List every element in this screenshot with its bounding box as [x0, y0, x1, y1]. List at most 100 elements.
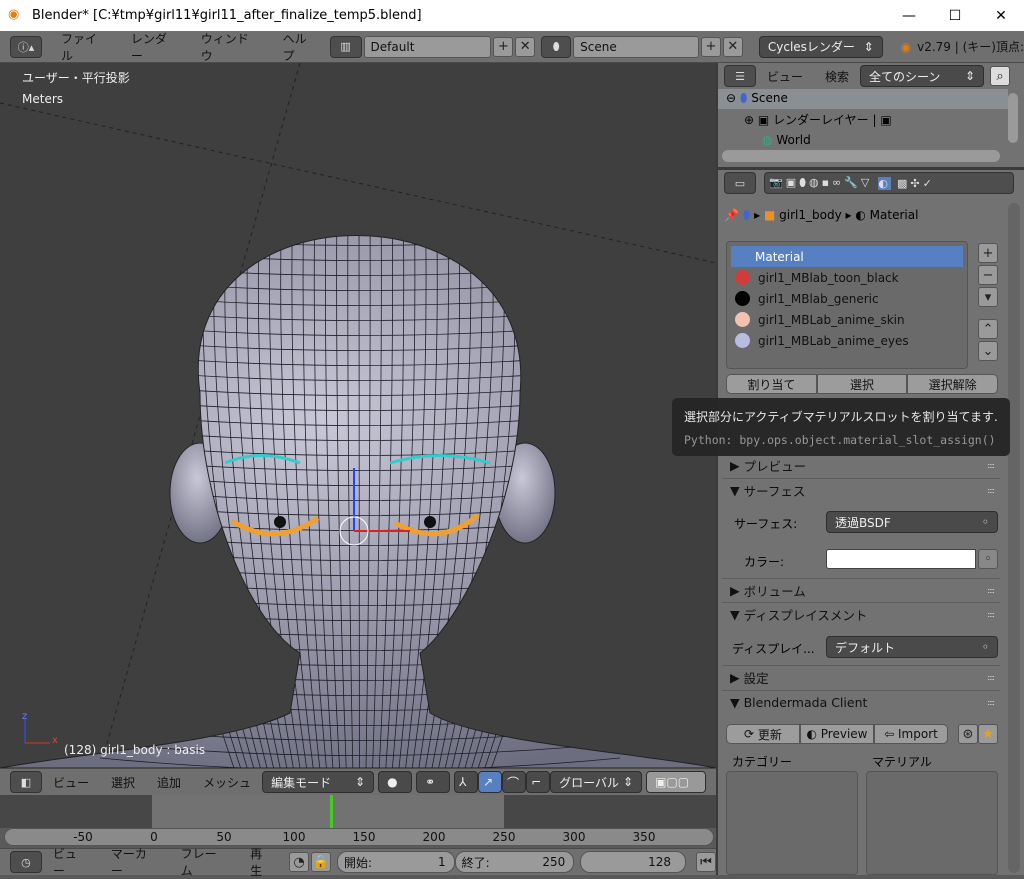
help-icon[interactable]: ⊛: [958, 724, 978, 744]
update-button[interactable]: ⟳ 更新: [726, 724, 800, 744]
move-up-button[interactable]: ⌃: [978, 319, 998, 339]
import-button[interactable]: ⇦ Import: [874, 724, 948, 744]
displacement-select[interactable]: デフォルト ◦: [826, 636, 998, 658]
menu-view[interactable]: ビュー: [42, 774, 100, 791]
panel-preview[interactable]: ▶ プレビュー::::: [722, 453, 1000, 477]
tick-label: -50: [73, 830, 93, 844]
close-button[interactable]: ✕: [978, 0, 1024, 31]
end-frame-field[interactable]: 終了: 250: [454, 851, 575, 873]
orientation-select[interactable]: グローバル ⇕: [550, 771, 643, 793]
material-slot-active[interactable]: Material: [731, 246, 963, 267]
grip-icon[interactable]: ::::: [987, 610, 995, 619]
screen-layout-icon[interactable]: ▥: [329, 35, 362, 58]
preview-button[interactable]: ◐ Preview: [800, 724, 874, 744]
category-list[interactable]: [726, 771, 858, 875]
assign-button[interactable]: 割り当て: [726, 374, 817, 394]
display-mode-select[interactable]: 全てのシーン ⇕: [860, 65, 985, 87]
menu-playback[interactable]: 再生: [239, 845, 285, 879]
panel-settings[interactable]: ▶ 設定::::: [722, 665, 1000, 689]
info-editor-icon[interactable]: ⓘ▴: [10, 35, 42, 58]
surface-select[interactable]: 透過BSDF ◦: [826, 511, 998, 533]
material-list[interactable]: [866, 771, 998, 875]
editor-type-icon[interactable]: ◧: [10, 771, 42, 793]
manipulator-toggle-icon[interactable]: ⅄: [454, 771, 479, 793]
add-layout-button[interactable]: +: [493, 36, 514, 57]
preview-range-icon[interactable]: ◔: [289, 852, 310, 872]
color-swatch[interactable]: [826, 549, 976, 569]
color-link-button[interactable]: ◦: [978, 549, 998, 569]
material-slot-name: girl1_MBlab_generic: [758, 291, 879, 306]
menu-view[interactable]: ビュー: [42, 845, 100, 879]
move-down-button[interactable]: ⌄: [978, 341, 998, 361]
menu-mesh[interactable]: メッシュ: [192, 774, 262, 791]
material-slot-list[interactable]: Material girl1_MBlab_toon_black girl1_MBl…: [726, 241, 968, 369]
remove-scene-button[interactable]: ✕: [722, 36, 743, 57]
menu-select[interactable]: 選択: [100, 774, 146, 791]
panel-displacement[interactable]: ▼ ディスプレイスメント::::: [722, 602, 1000, 626]
menu-view[interactable]: ビュー: [756, 68, 814, 85]
material-slot[interactable]: girl1_MBlab_toon_black: [731, 267, 963, 288]
maximize-button[interactable]: ☐: [932, 0, 978, 31]
menu-help[interactable]: ヘルプ: [272, 30, 330, 64]
search-icon[interactable]: ⌕: [990, 66, 1011, 86]
start-frame-field[interactable]: 開始: 1: [336, 851, 455, 873]
pin-icon[interactable]: 📌: [724, 208, 739, 222]
menu-marker[interactable]: マーカー: [100, 845, 170, 879]
current-frame-indicator[interactable]: [330, 795, 334, 828]
menu-frame[interactable]: フレーム: [170, 845, 239, 879]
grip-icon[interactable]: ::::: [987, 586, 995, 595]
remove-layout-button[interactable]: ✕: [515, 36, 536, 57]
scene-icon[interactable]: ⬮: [541, 35, 572, 58]
material-slot-name: girl1_MBlab_toon_black: [758, 270, 899, 285]
3d-viewport[interactable]: ユーザー・平行投影 Meters (128) girl1_body : basi…: [0, 63, 716, 768]
current-frame-field[interactable]: 128: [580, 851, 687, 873]
outliner-item-world[interactable]: ◍ World: [762, 133, 811, 147]
remove-slot-button[interactable]: −: [978, 265, 998, 285]
properties-scrollbar[interactable]: [1008, 203, 1020, 873]
menu-file[interactable]: ファイル: [50, 30, 120, 64]
grip-icon[interactable]: ::::: [987, 461, 995, 470]
deselect-button[interactable]: 選択解除: [907, 374, 999, 394]
menu-search[interactable]: 検索: [814, 68, 860, 85]
pivot-select[interactable]: ⚭: [416, 771, 451, 793]
scale-icon[interactable]: ⌐: [526, 771, 551, 793]
material-slot[interactable]: girl1_MBlab_generic: [731, 288, 963, 309]
menu-add[interactable]: 追加: [146, 774, 192, 791]
context-tabs[interactable]: 📷▣⬮◍▪∞🔧▽ ◐ ▩✣✓: [764, 172, 1014, 194]
material-slot[interactable]: girl1_MBLab_anime_skin: [731, 309, 963, 330]
outliner-hscrollbar[interactable]: [722, 150, 1000, 162]
add-slot-button[interactable]: +: [978, 243, 998, 263]
frame-range: [152, 795, 504, 828]
outliner-editor-icon[interactable]: ☰: [724, 65, 756, 87]
scene-field[interactable]: Scene: [573, 35, 699, 58]
grip-icon[interactable]: ::::: [987, 698, 995, 707]
translate-icon[interactable]: ↗: [478, 771, 503, 793]
grip-icon[interactable]: ::::: [987, 486, 995, 495]
jump-start-icon[interactable]: ⏮: [696, 852, 716, 872]
minimize-button[interactable]: —: [886, 0, 932, 31]
shading-select[interactable]: ●: [378, 771, 413, 793]
panel-surface[interactable]: ▼ サーフェス::::: [722, 478, 1000, 502]
timeline-scrollbar[interactable]: -50 0 50 100 150 200 250 300 350: [4, 828, 714, 846]
properties-editor-icon[interactable]: ▭: [724, 172, 756, 194]
select-mode-icons[interactable]: ▣▢▢: [646, 771, 707, 793]
outliner-vscrollbar[interactable]: [1008, 93, 1018, 143]
select-button[interactable]: 選択: [816, 374, 908, 394]
render-engine-select[interactable]: Cyclesレンダー ⇕: [758, 35, 883, 58]
outliner-item-renderlayer[interactable]: ⊕ ▣ レンダーレイヤー | ▣: [744, 111, 892, 128]
menu-render[interactable]: レンダー: [120, 30, 190, 64]
slot-specials-button[interactable]: ▾: [978, 287, 998, 307]
panel-blendermada[interactable]: ▼ Blendermada Client::::: [722, 690, 1000, 714]
rotate-icon[interactable]: ⌒: [502, 771, 527, 793]
layout-field[interactable]: Default: [363, 35, 492, 58]
outliner-item-scene[interactable]: ⊖ ⬮ Scene: [726, 91, 788, 106]
material-slot[interactable]: girl1_MBLab_anime_eyes: [731, 330, 963, 351]
timeline-editor-icon[interactable]: ◷: [10, 851, 42, 873]
mode-select[interactable]: 編集モード ⇕: [262, 771, 375, 793]
menu-window[interactable]: ウィンドウ: [190, 30, 272, 64]
star-icon[interactable]: ★: [978, 724, 998, 744]
add-scene-button[interactable]: +: [700, 36, 721, 57]
panel-volume[interactable]: ▶ ボリューム::::: [722, 578, 1000, 602]
lock-icon[interactable]: 🔒: [311, 852, 331, 872]
grip-icon[interactable]: ::::: [987, 673, 995, 682]
